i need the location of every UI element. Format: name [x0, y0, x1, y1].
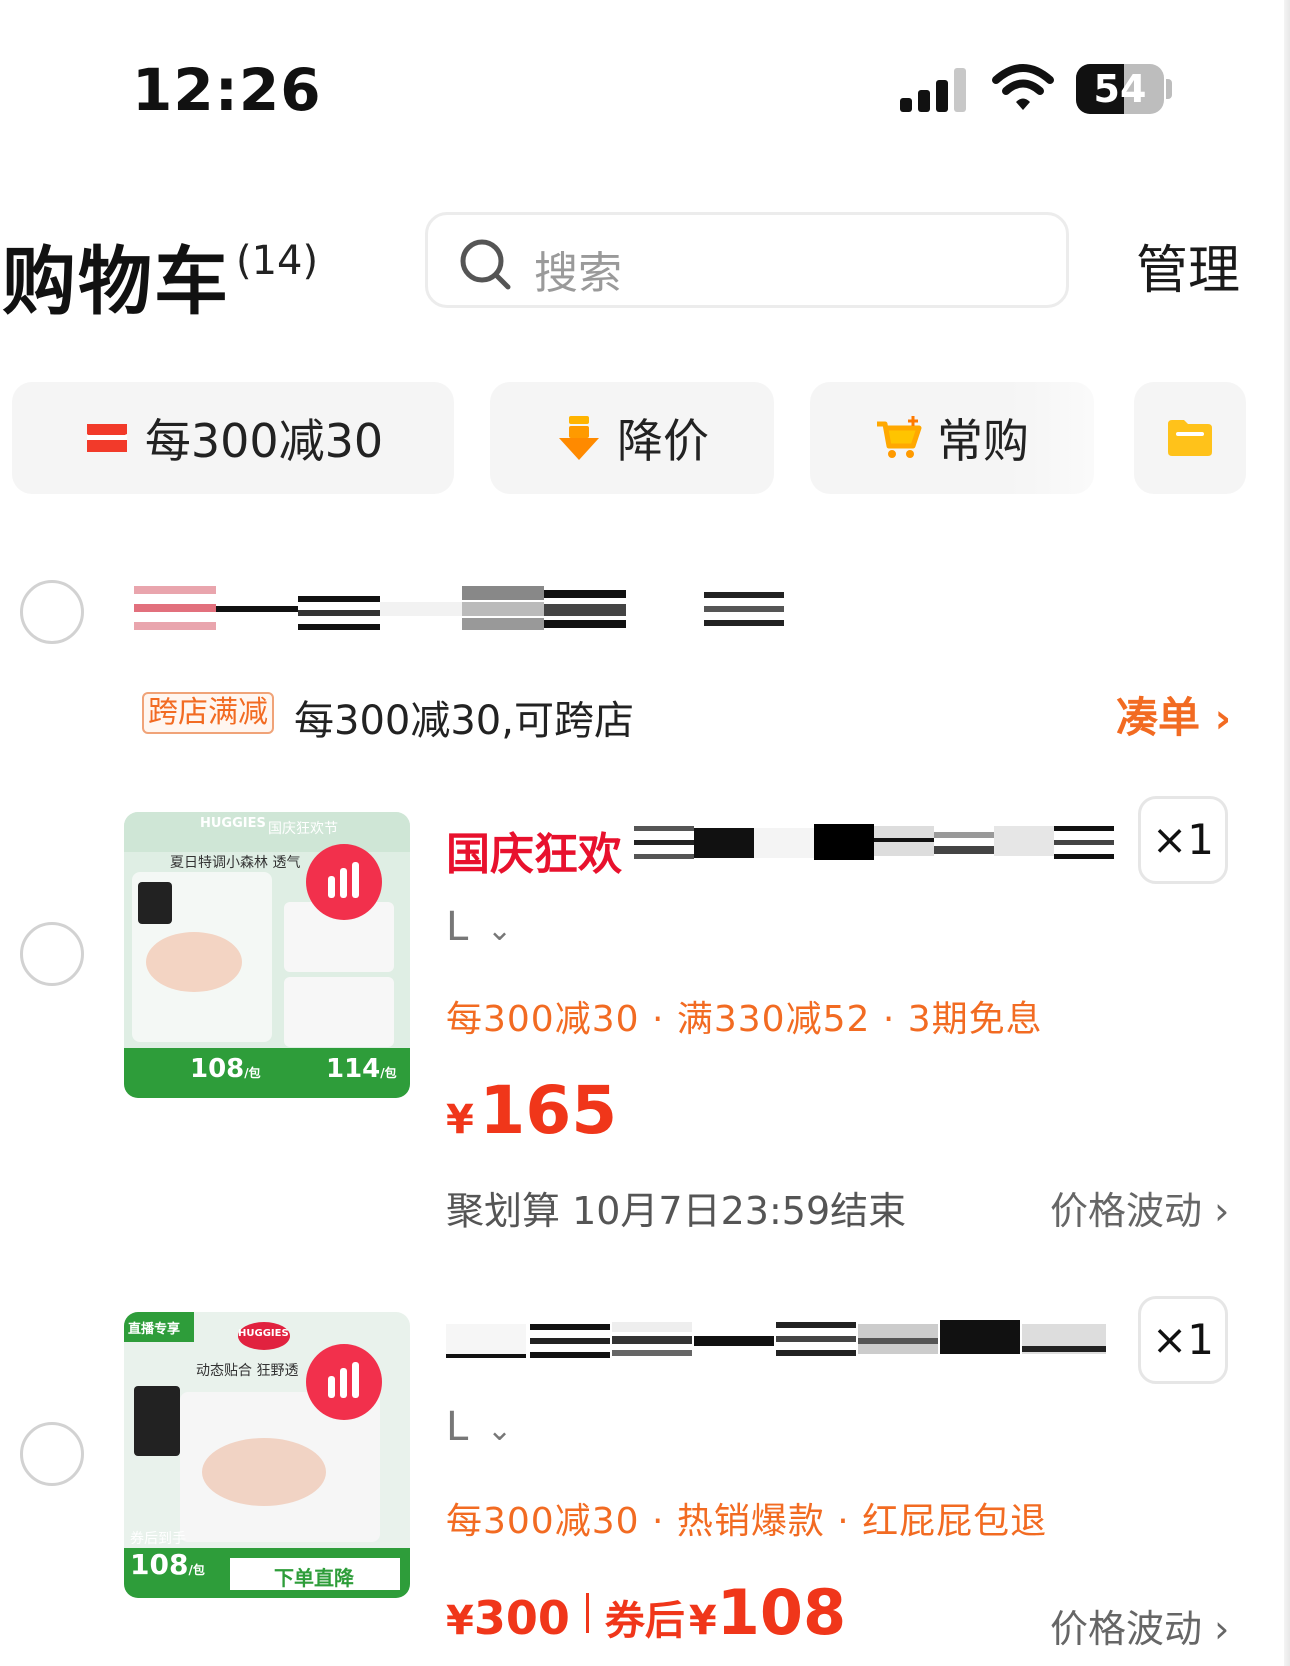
- cart-count: (14): [236, 238, 319, 284]
- combine-order-link[interactable]: 凑单 ›: [1116, 684, 1231, 745]
- filter-label-price-drop: 降价: [617, 414, 709, 468]
- store-name-redacted: [134, 586, 784, 630]
- signal-icon: [900, 68, 966, 112]
- thumb-coupon: 券后到手: [130, 1531, 186, 1547]
- filter-chip-folder[interactable]: [1134, 382, 1246, 494]
- product-title-redacted[interactable]: [446, 1318, 1106, 1362]
- sku-label: L: [446, 904, 469, 950]
- product-thumbnail[interactable]: 直播专享 HUGGIES 动态贴合 狂野透 券后到手 108/包 下单直降: [124, 1312, 410, 1598]
- currency-symbol: ¥: [446, 1598, 474, 1644]
- item-select-radio[interactable]: [20, 1422, 84, 1486]
- price-row: ¥ 300 券后 ¥ 108: [446, 1576, 846, 1649]
- thumb-price: 108/包: [130, 1548, 205, 1581]
- thumb-brand: HUGGIES: [238, 1328, 289, 1339]
- item-select-radio[interactable]: [20, 922, 84, 986]
- thumb-brand: HUGGIES: [200, 816, 266, 831]
- thumb-headline: 动态贴合 狂野透: [196, 1363, 299, 1379]
- currency-symbol: ¥: [446, 1097, 474, 1143]
- search-icon: [460, 239, 511, 290]
- filter-chip-frequent[interactable]: 常购: [810, 382, 1094, 494]
- product-thumbnail[interactable]: HUGGIES 国庆狂欢节 夏日特调小森林 透气 108/包 114/包: [124, 812, 410, 1098]
- page-title: 购物车: [2, 239, 230, 325]
- after-coupon-price: 108: [716, 1576, 847, 1649]
- after-coupon-label: 券后: [604, 1598, 685, 1644]
- price-trend-label: 价格波动: [1050, 1607, 1203, 1651]
- battery-icon: 54: [1076, 64, 1172, 114]
- manage-button[interactable]: 管理: [1136, 228, 1240, 303]
- screen-edge: [1284, 0, 1290, 1666]
- price-divider: [585, 1592, 589, 1633]
- store-select-radio[interactable]: [20, 580, 84, 644]
- promo-tag: 跨店满减: [142, 692, 274, 734]
- coupon-icon: [86, 424, 127, 452]
- filter-label-frequent: 常购: [937, 414, 1029, 468]
- product-title[interactable]: 国庆狂欢: [446, 818, 1116, 880]
- price-trend-link[interactable]: 价格波动 ›: [1050, 1180, 1229, 1235]
- folder-icon: [1168, 420, 1212, 456]
- title-redacted: [634, 824, 1114, 860]
- quantity-stepper[interactable]: ×1: [1138, 796, 1228, 884]
- status-time: 12:26: [132, 56, 322, 124]
- chevron-right-icon: ›: [1214, 696, 1232, 742]
- thumb-price-right: 114/包: [326, 1054, 397, 1084]
- thumb-live-tag: 直播专享: [128, 1322, 181, 1337]
- search-placeholder: 搜索: [534, 248, 622, 299]
- festival-tag: 国庆狂欢: [446, 829, 622, 880]
- thumb-headline: 夏日特调小森林 透气: [170, 855, 301, 871]
- chevron-down-icon: ⌄: [487, 1413, 513, 1448]
- battery-level: 54: [1093, 67, 1147, 111]
- promo-text: 每300减30,可跨店: [294, 698, 634, 744]
- filter-chip-discount[interactable]: 每300减30: [12, 382, 454, 494]
- quantity-stepper[interactable]: ×1: [1138, 1296, 1228, 1384]
- thumb-event: 国庆狂欢节: [268, 821, 338, 837]
- price-value: 300: [473, 1591, 570, 1645]
- status-bar: 12:26 54: [0, 0, 1290, 180]
- combine-order-label: 凑单: [1116, 693, 1201, 742]
- chevron-down-icon: ⌄: [487, 913, 513, 948]
- price-value: 165: [479, 1072, 618, 1149]
- price: ¥ 165: [446, 1072, 617, 1149]
- price-trend-label: 价格波动: [1050, 1189, 1203, 1233]
- thumb-cta: 下单直降: [274, 1566, 354, 1590]
- filter-label-discount: 每300减30: [144, 414, 384, 468]
- wifi-icon: [992, 64, 1054, 110]
- thumb-price-left: 108/包: [190, 1054, 261, 1084]
- benefits-line: 每300减30 · 满330减52 · 3期免息: [446, 999, 1043, 1040]
- search-input[interactable]: 搜索: [425, 212, 1069, 308]
- after-coupon-currency: ¥: [688, 1598, 717, 1644]
- price-drop-icon: [559, 416, 599, 460]
- chevron-right-icon: ›: [1214, 1189, 1230, 1233]
- price-trend-link[interactable]: 价格波动 ›: [1050, 1598, 1229, 1653]
- chevron-right-icon: ›: [1214, 1607, 1230, 1651]
- deal-info: 聚划算 10月7日23:59结束: [446, 1189, 907, 1233]
- benefits-line: 每300减30 · 热销爆款 · 红屁屁包退: [446, 1501, 1048, 1542]
- sku-selector[interactable]: L ⌄: [446, 904, 512, 950]
- sku-selector[interactable]: L ⌄: [446, 1404, 512, 1450]
- sku-label: L: [446, 1404, 469, 1450]
- cart-plus-icon: [877, 416, 922, 458]
- filter-chip-price-drop[interactable]: 降价: [490, 382, 774, 494]
